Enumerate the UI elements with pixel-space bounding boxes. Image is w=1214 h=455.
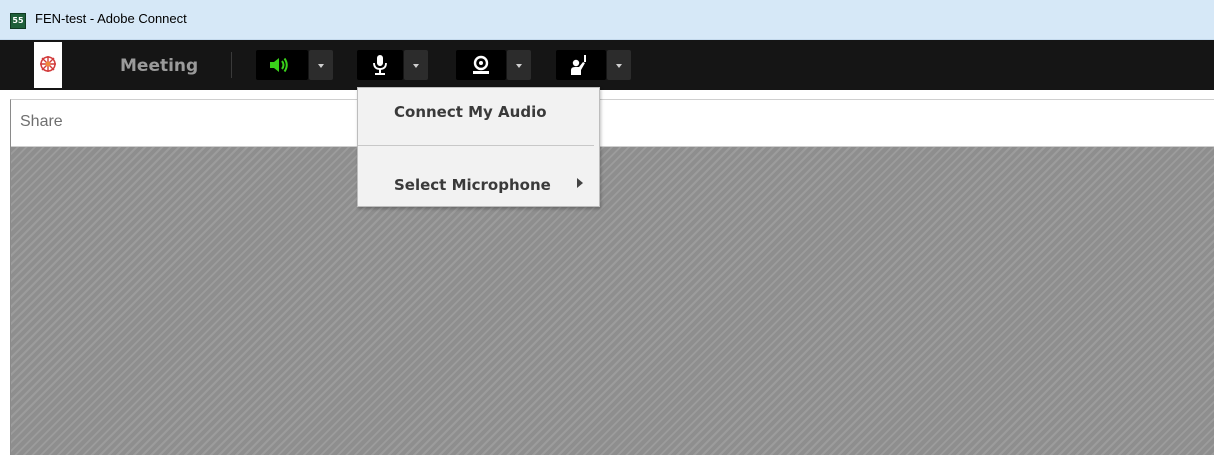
organization-logo [34,42,62,88]
select-microphone-label: Select Microphone [394,176,551,194]
adobe-connect-app-icon: 55 [10,13,26,29]
microphone-menu: Connect My Audio Select Microphone [357,87,600,207]
adobe-connect-window: 55 FEN-test - Adobe Connect Meeting Shar… [0,0,1214,455]
raise-hand-button[interactable] [556,50,606,80]
logo-emblem-icon [40,56,56,72]
camera-options-dropdown[interactable] [507,50,531,80]
share-pod-header [11,100,1214,147]
title-bar: 55 FEN-test - Adobe Connect [0,0,1214,40]
submenu-arrow-icon [577,178,583,188]
connect-my-audio-label: Connect My Audio [394,103,547,121]
speaker-options-dropdown[interactable] [309,50,333,80]
raise-hand-icon [571,55,586,75]
webcam-icon [473,55,489,74]
meeting-menu[interactable]: Meeting [120,56,198,76]
connect-my-audio-menu-item[interactable]: Connect My Audio [358,91,599,135]
window-title: FEN-test - Adobe Connect [35,11,187,26]
menu-divider [358,145,594,146]
microphone-button[interactable] [357,50,403,80]
microphone-options-dropdown[interactable] [404,50,428,80]
status-options-dropdown[interactable] [607,50,631,80]
microphone-icon [373,55,387,75]
select-microphone-menu-item[interactable]: Select Microphone [358,164,599,208]
share-pod-stage[interactable] [11,147,1214,455]
share-pod-title: Share [20,113,63,130]
toolbar-divider [231,52,232,78]
speaker-icon [270,57,288,73]
speaker-button[interactable] [256,50,308,80]
camera-button[interactable] [456,50,506,80]
